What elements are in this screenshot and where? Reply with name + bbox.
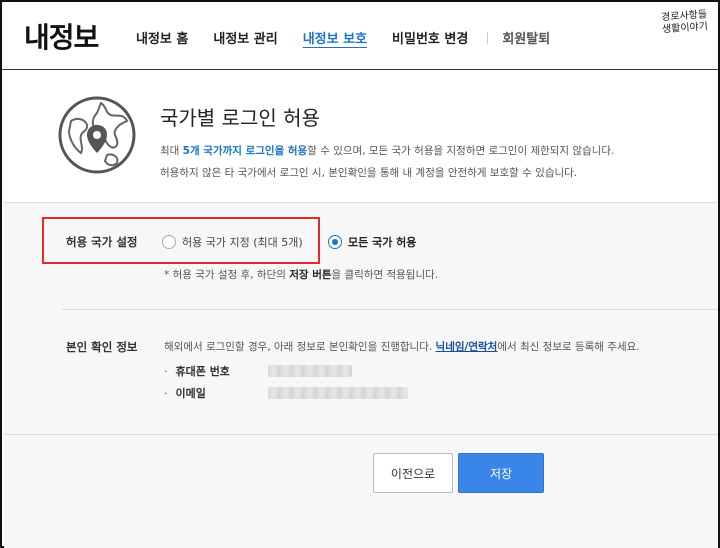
intro-line-2: 허용하지 않은 타 국가에서 로그인 시, 본인확인을 통해 내 계정을 안전하… [160, 167, 578, 179]
globe-location-icon [58, 96, 136, 174]
intro-highlight: 5개 국가까지 로그인을 허용 [182, 145, 308, 157]
email-value-blurred [268, 387, 408, 399]
save-note-pre: * 허용 국가 설정 후, 하단의 [164, 269, 290, 281]
save-note: * 허용 국가 설정 후, 하단의 저장 버튼을 클릭하면 적용됩니다. [164, 267, 438, 282]
verify-desc-post: 에서 최신 정보로 등록해 주세요. [497, 341, 640, 353]
phone-value-blurred [268, 365, 352, 377]
intro-line-1: 최대 5개 국가까지 로그인을 허용할 수 있으며, 모든 국가 허용을 지정하… [160, 140, 614, 162]
save-button[interactable]: 저장 [458, 453, 544, 493]
nav-separator [487, 31, 489, 44]
radio-all-label[interactable]: 모든 국가 허용 [348, 234, 416, 250]
nav-item-home[interactable]: 내정보 홈 [136, 28, 188, 47]
email-label: 이메일 [175, 387, 206, 400]
bullet: · [164, 364, 168, 378]
verify-info-label: 본인 확인 정보 [66, 340, 138, 354]
prev-button[interactable]: 이전으로 [373, 453, 453, 493]
intro-description: 최대 5개 국가까지 로그인을 허용할 수 있으며, 모든 국가 허용을 지정하… [160, 140, 614, 184]
phone-label: 휴대폰 번호 [175, 365, 230, 378]
section-divider [62, 309, 718, 310]
radio-specific-label[interactable]: 허용 국가 지정 (최대 5개) [182, 234, 303, 250]
nickname-contact-link[interactable]: 닉네임/연락처 [436, 341, 498, 353]
email-row: · 이메일 [164, 385, 206, 401]
nav-item-password[interactable]: 비밀번호 변경 [392, 28, 468, 47]
brand-title[interactable]: 내정보 [24, 16, 99, 56]
save-note-bold: 저장 버튼 [289, 269, 332, 281]
window-frame: 내정보 내정보 홈 내정보 관리 내정보 보호 비밀번호 변경 회원탈퇴 경로사… [0, 0, 720, 548]
phone-row: · 휴대폰 번호 [164, 363, 230, 379]
radio-all-circle[interactable] [328, 235, 342, 249]
radio-all-countries[interactable]: 모든 국가 허용 [328, 234, 416, 250]
top-nav: 내정보 홈 내정보 관리 내정보 보호 비밀번호 변경 회원탈퇴 [136, 28, 575, 47]
country-setting-label: 허용 국가 설정 [66, 235, 138, 249]
header: 내정보 내정보 홈 내정보 관리 내정보 보호 비밀번호 변경 회원탈퇴 경로사… [2, 2, 718, 70]
settings-area: 허용 국가 설정 허용 국가 지정 (최대 5개) 모든 국가 허용 * 허용 … [4, 202, 718, 548]
nav-item-manage[interactable]: 내정보 관리 [213, 28, 277, 47]
bullet: · [164, 386, 168, 400]
verify-description: 해외에서 로그인할 경우, 아래 정보로 본인확인을 진행합니다. 닉네임/연락… [164, 339, 640, 354]
page-title: 국가별 로그인 허용 [160, 106, 320, 130]
save-note-post: 을 클릭하면 적용됩니다. [331, 269, 439, 281]
verify-desc-pre: 해외에서 로그인할 경우, 아래 정보로 본인확인을 진행합니다. [164, 341, 436, 353]
radio-specific-circle[interactable] [162, 235, 176, 249]
intro-line-1-post: 할 수 있으며, 모든 국가 허용을 지정하면 로그인이 제한되지 않습니다. [307, 145, 615, 157]
intro-section: 국가별 로그인 허용 최대 5개 국가까지 로그인을 허용할 수 있으며, 모든… [4, 70, 718, 202]
bottom-divider [4, 434, 718, 435]
watermark-logo: 경로사항들 생활이야기 [627, 9, 709, 48]
intro-line-1-pre: 최대 [160, 145, 183, 157]
nav-item-withdraw[interactable]: 회원탈퇴 [502, 28, 550, 47]
radio-specific-countries[interactable]: 허용 국가 지정 (최대 5개) [162, 234, 303, 250]
nav-item-protect[interactable]: 내정보 보호 [303, 28, 367, 47]
